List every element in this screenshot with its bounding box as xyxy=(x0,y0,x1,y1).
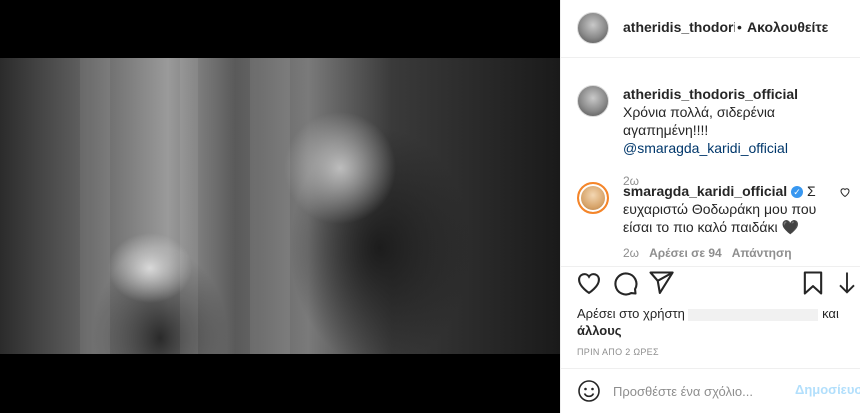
reply-username[interactable]: smaragda_karidi_official xyxy=(623,183,787,199)
reply-time[interactable]: 2ω xyxy=(623,246,639,260)
author-username[interactable]: atheridis_thodoris_c xyxy=(623,19,735,35)
caption-mention[interactable]: @smaragda_karidi_official xyxy=(623,140,788,156)
action-bar xyxy=(561,266,860,306)
post-comment-button[interactable]: Δημοσίευση xyxy=(795,382,860,397)
reply-avatar[interactable] xyxy=(577,182,609,214)
comments-list: atheridis_thodoris_official Χρόνια πολλά… xyxy=(561,58,860,266)
verified-badge-icon: ✓ xyxy=(791,186,804,199)
post-timestamp[interactable]: ΠΡΙΝ ΑΠΟ 2 ΩΡΕΣ xyxy=(577,347,659,357)
comment-input[interactable] xyxy=(613,381,793,401)
comment-like-heart-icon[interactable] xyxy=(839,186,851,198)
author-avatar[interactable] xyxy=(577,12,609,44)
post-media xyxy=(0,0,560,413)
heart-icon[interactable] xyxy=(575,269,603,297)
caption-username[interactable]: atheridis_thodoris_official xyxy=(623,86,798,102)
scroll-down-arrow-icon[interactable] xyxy=(833,269,860,297)
emoji-icon[interactable] xyxy=(577,379,601,403)
likes-suffix: και xyxy=(822,306,839,321)
comment-icon[interactable] xyxy=(611,269,639,297)
reply-likes[interactable]: Αρέσει σε 94 xyxy=(649,246,722,260)
comment-composer: Δημοσίευση xyxy=(561,368,860,413)
post-panel: atheridis_thodoris_c • Ακολουθείτε ather… xyxy=(560,0,860,413)
bookmark-icon[interactable] xyxy=(799,269,827,297)
share-icon[interactable] xyxy=(647,269,675,297)
post-photo[interactable] xyxy=(0,58,560,354)
reply-button[interactable]: Απάντηση xyxy=(732,246,792,260)
likes-others-link[interactable]: άλλους xyxy=(577,323,622,338)
likes-prefix: Αρέσει στο χρήστη xyxy=(577,306,685,321)
caption-text: Χρόνια πολλά, σιδερένια αγαπημένη!!!! xyxy=(623,104,776,138)
redacted-username xyxy=(688,308,819,321)
header-separator: • xyxy=(737,19,742,35)
likes-summary: Αρέσει στο χρήστη και άλλους xyxy=(577,305,847,339)
following-button[interactable]: Ακολουθείτε xyxy=(747,19,828,35)
caption-avatar[interactable] xyxy=(577,85,609,117)
post-header: atheridis_thodoris_c • Ακολουθείτε xyxy=(561,0,860,58)
